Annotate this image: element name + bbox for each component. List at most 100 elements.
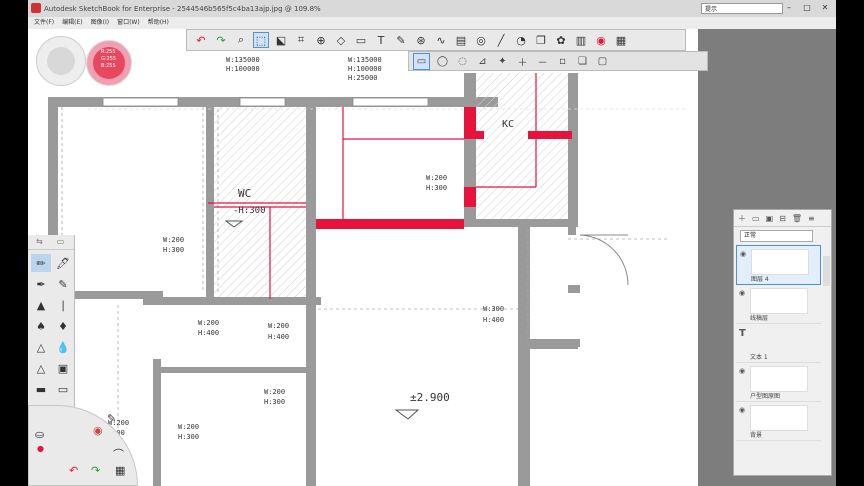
lasso-select-icon[interactable]: ◌ — [455, 54, 470, 69]
ruler-icon[interactable]: ▭ — [353, 32, 369, 48]
layers-scrollbar[interactable] — [823, 256, 830, 286]
pen-icon[interactable]: ✎ — [393, 32, 409, 48]
menu-help[interactable]: 帮助(H) — [148, 17, 169, 29]
deselect-icon[interactable]: ▢ — [595, 54, 610, 69]
redo-icon[interactable]: ↷ — [213, 32, 229, 48]
color-puck[interactable]: R:255 G:255 B:255 — [86, 40, 132, 86]
pen-radial-icon[interactable]: ⌒ — [113, 446, 124, 462]
merge-icon[interactable]: ⊟ — [779, 214, 786, 223]
maximize-button[interactable]: □ — [800, 2, 814, 14]
image-layer-icon[interactable]: ▣ — [766, 214, 774, 223]
cup-icon[interactable]: ⛀ — [35, 428, 44, 441]
brush-library-icon[interactable]: ▤ — [453, 32, 469, 48]
kc-label: KC — [502, 119, 514, 130]
palette-icon[interactable]: ✿ — [553, 32, 569, 48]
water-brush-icon[interactable]: 💧 — [53, 338, 73, 356]
close-button[interactable]: ✕ — [818, 2, 832, 14]
puck-center[interactable] — [47, 47, 75, 75]
line-icon[interactable]: ╱ — [493, 32, 509, 48]
search-input[interactable]: 提示 — [701, 3, 783, 14]
curve-icon[interactable]: ◔ — [513, 32, 529, 48]
color-wheel-icon[interactable]: ◉ — [593, 32, 609, 48]
select-subtract-icon[interactable]: － — [535, 54, 550, 69]
symmetry-icon[interactable]: ⊛ — [413, 32, 429, 48]
visibility-eye-icon[interactable]: ◉ — [740, 250, 746, 258]
zoom-icon[interactable]: ⌕ — [233, 32, 249, 48]
layer-thumbnail — [751, 249, 809, 275]
top-label-5: H:25000 — [348, 74, 378, 82]
trash-icon[interactable]: 🗑 — [792, 214, 802, 223]
eraser-soft-icon[interactable]: ▭ — [53, 380, 73, 398]
chisel-brush-icon[interactable]: ▲ — [31, 296, 51, 314]
layer-item[interactable]: ◉ 线稿层 — [736, 285, 821, 324]
airbrush-icon[interactable]: ✎ — [53, 275, 73, 293]
visibility-eye-icon[interactable]: ◉ — [739, 406, 745, 414]
text-icon[interactable]: T — [373, 32, 389, 48]
flat-brush-icon[interactable]: ♦ — [53, 317, 73, 335]
palette-menu-icon[interactable]: ▭ — [57, 235, 65, 249]
pencil-brush-icon[interactable]: ✏ — [31, 254, 51, 272]
undo-radial-icon[interactable]: ↶ — [69, 464, 78, 477]
add-layer-icon[interactable]: ＋ — [738, 213, 746, 224]
redo-radial-icon[interactable]: ↷ — [91, 464, 100, 477]
eraser-hard-icon[interactable]: ▬ — [31, 380, 51, 398]
dim-5-h: H:400 — [483, 316, 504, 324]
brush-radial-icon[interactable]: ✎ — [107, 412, 116, 425]
layer-item[interactable]: T 文本 1 — [736, 324, 821, 363]
visibility-eye-icon[interactable]: ◉ — [739, 367, 745, 375]
layer-item[interactable]: ◉ 背景 — [736, 402, 821, 441]
layers-radial-icon[interactable]: ▦ — [115, 464, 125, 477]
navigation-puck[interactable] — [36, 36, 86, 86]
layer-name: 背景 — [750, 432, 763, 439]
app-icon — [31, 3, 41, 13]
title-bar: Autodesk SketchBook for Enterprise - 254… — [28, 0, 836, 18]
drawing-canvas[interactable]: W:135000 H:100000 W:135000 H:100000 H:25… — [28, 29, 698, 486]
dim-2-w: W:200 — [163, 236, 184, 244]
fine-pen-icon[interactable]: ∣ — [53, 296, 73, 314]
transform-icon[interactable]: ◇ — [333, 32, 349, 48]
top-label-3: W:135000 — [348, 56, 382, 64]
layer-item[interactable]: ◉ 户型图原图 — [736, 363, 821, 402]
stroke-icon[interactable]: ∿ — [433, 32, 449, 48]
palette-back-icon[interactable]: ⇆ — [36, 235, 43, 249]
fill-icon[interactable]: ⊕ — [313, 32, 329, 48]
layer-item[interactable]: ◉ 图层 4 — [736, 245, 821, 285]
layer-thumbnail — [750, 288, 808, 314]
dim-6-h: H:300 — [264, 398, 285, 406]
blend-brush-icon[interactable]: △ — [31, 359, 51, 377]
ink-brush-icon[interactable]: ✒ — [31, 275, 51, 293]
blend-mode-select[interactable]: 正常 — [740, 230, 813, 242]
visibility-eye-icon[interactable]: ◉ — [739, 289, 745, 297]
polyline-select-icon[interactable]: ⊿ — [475, 54, 490, 69]
magic-wand-icon[interactable]: ✦ — [495, 54, 510, 69]
invert-select-icon[interactable]: ▫ — [555, 54, 570, 69]
layer-name: 户型图原图 — [750, 393, 781, 400]
color-r: R:255 — [101, 49, 116, 55]
layer-menu-icon[interactable]: ≡ — [808, 214, 815, 223]
select-all-icon[interactable]: ❏ — [575, 54, 590, 69]
select-icon[interactable]: ⬚ — [253, 32, 269, 48]
ellipse-icon[interactable]: ◎ — [473, 32, 489, 48]
menu-edit[interactable]: 编辑(E) — [62, 17, 82, 29]
color-wheel-radial-icon[interactable]: ◉ — [93, 424, 103, 437]
texture-brush-icon[interactable]: ▣ — [53, 359, 73, 377]
menu-file[interactable]: 文件(F) — [34, 17, 54, 29]
menu-image[interactable]: 图像(I) — [91, 17, 109, 29]
elevation-label: ±2.900 — [410, 391, 450, 404]
folder-icon[interactable]: ▭ — [752, 214, 760, 223]
crop-icon[interactable]: ⌗ — [293, 32, 309, 48]
ellipse-select-icon[interactable]: ◯ — [435, 54, 450, 69]
layers-icon[interactable]: ▦ — [613, 32, 629, 48]
rect-select-icon[interactable]: ▭ — [413, 52, 430, 70]
undo-icon[interactable]: ↶ — [193, 32, 209, 48]
menu-window[interactable]: 窗口(W) — [117, 17, 140, 29]
select-add-icon[interactable]: ＋ — [515, 54, 530, 69]
marker-brush-icon[interactable]: 🖊 — [53, 254, 73, 272]
brushes-icon[interactable]: ▥ — [573, 32, 589, 48]
copy-icon[interactable]: ❐ — [533, 32, 549, 48]
minimize-button[interactable]: – — [782, 2, 796, 14]
sketchbook-window: Autodesk SketchBook for Enterprise - 254… — [28, 0, 836, 486]
paintbrush-icon[interactable]: ♠ — [31, 317, 51, 335]
lasso-icon[interactable]: ⬕ — [273, 32, 289, 48]
smear-brush-icon[interactable]: △ — [31, 338, 51, 356]
